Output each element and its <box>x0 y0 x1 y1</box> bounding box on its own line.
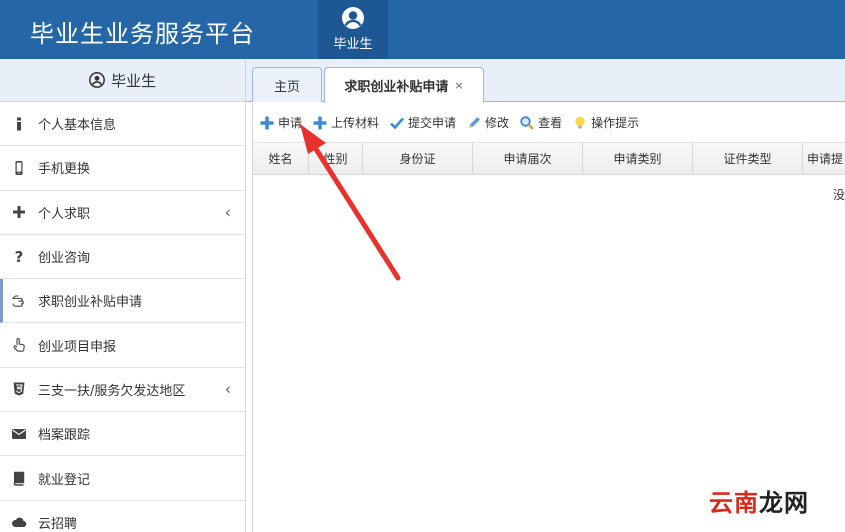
add-icon <box>260 116 274 129</box>
upload-button[interactable]: 上传材料 <box>312 114 379 131</box>
sidebar-item-archive-tracking[interactable]: 档案跟踪 <box>0 412 245 457</box>
tab-subsidy-apply[interactable]: 求职创业补贴申请 × <box>324 67 484 103</box>
user-avatar-icon <box>342 7 364 29</box>
cloud-icon <box>8 513 30 531</box>
hand-pointer-icon <box>8 292 30 310</box>
sidebar-item-label: 个人基本信息 <box>38 118 117 134</box>
sidebar-item-subsidy-apply[interactable]: 求职创业补贴申请 <box>0 279 245 324</box>
app-title: 毕业生业务服务平台 <box>30 20 255 48</box>
envelope-icon <box>8 425 30 443</box>
sidebar-item-startup-consult[interactable]: ? 创业咨询 <box>0 235 245 280</box>
sidebar-heading: 毕业生 <box>0 59 245 102</box>
sidebar-item-label: 云招聘 <box>38 516 78 532</box>
sidebar-item-employment-register[interactable]: 就业登记 <box>0 456 245 501</box>
sidebar-item-label: 创业项目申报 <box>38 339 117 355</box>
add-icon <box>313 116 327 129</box>
view-button-label: 查看 <box>538 116 563 130</box>
empty-grid-message: 没 <box>832 188 845 202</box>
css3-icon <box>8 380 30 398</box>
sidebar-item-label: 求职创业补贴申请 <box>38 295 143 311</box>
upload-button-label: 上传材料 <box>331 116 380 130</box>
magnifier-icon <box>520 115 534 130</box>
chevron-left-icon: ‹ <box>224 379 231 399</box>
edit-button-label: 修改 <box>485 116 510 130</box>
chevron-left-icon: ‹ <box>224 202 231 222</box>
grid-header: 姓名 性别 身份证 申请届次 申请类别 证件类型 申请提 <box>253 143 845 175</box>
toolbar: 申请 上传材料 提交申请 修改 查看 操作提示 <box>253 103 845 143</box>
sidebar-item-label: 手机更换 <box>38 162 91 178</box>
pencil-icon <box>469 116 481 128</box>
sidebar-item-basic-info[interactable]: 个人基本信息 <box>0 102 245 147</box>
column-header-gender[interactable]: 性别 <box>309 143 363 174</box>
user-name: 毕业生 <box>333 37 373 52</box>
tab-home[interactable]: 主页 <box>252 67 322 102</box>
apply-button-label: 申请 <box>278 116 303 130</box>
apply-button[interactable]: 申请 <box>259 114 302 131</box>
tab-home-label: 主页 <box>273 79 300 95</box>
column-header-name[interactable]: 姓名 <box>253 143 309 174</box>
user-menu[interactable]: 毕业生 <box>318 0 388 59</box>
mobile-icon <box>8 159 30 177</box>
sidebar-item-label: 三支一扶/服务欠发达地区 <box>38 383 186 399</box>
datagrid-panel: 申请 上传材料 提交申请 修改 查看 操作提示 姓名 性别 身份证 申请届次 申… <box>252 103 845 532</box>
sidebar-item-cloud-recruit[interactable]: 云招聘 <box>0 501 245 532</box>
sidebar-item-label: 个人求职 <box>38 206 91 222</box>
info-icon <box>8 115 30 133</box>
main-content: 主页 求职创业补贴申请 × 申请 上传材料 提交申请 修改 查看 操作提示 姓名… <box>246 59 845 532</box>
sidebar-item-label: 档案跟踪 <box>38 428 91 444</box>
column-header-apply-submit[interactable]: 申请提 <box>803 143 845 174</box>
column-header-id-card[interactable]: 身份证 <box>363 143 473 174</box>
sidebar-item-job-seeking[interactable]: 个人求职 ‹ <box>0 191 245 235</box>
column-header-cert-type[interactable]: 证件类型 <box>693 143 803 174</box>
watermark-part2: 龙网 <box>759 489 809 517</box>
column-header-session[interactable]: 申请届次 <box>473 143 583 174</box>
question-icon: ? <box>14 247 24 266</box>
submit-button[interactable]: 提交申请 <box>389 114 456 131</box>
sidebar-item-three-supports[interactable]: 三支一扶/服务欠发达地区 ‹ <box>0 368 245 413</box>
tab-bar: 主页 求职创业补贴申请 × <box>246 59 845 103</box>
edit-button[interactable]: 修改 <box>466 114 509 131</box>
sidebar-item-project-declare[interactable]: 创业项目申报 <box>0 323 245 368</box>
sidebar-item-label: 创业咨询 <box>38 251 91 267</box>
tab-subsidy-apply-label: 求职创业补贴申请 <box>344 80 449 95</box>
close-icon[interactable]: × <box>454 79 463 92</box>
plus-icon <box>8 203 30 221</box>
sidebar-heading-label: 毕业生 <box>110 71 156 90</box>
check-icon <box>390 117 405 129</box>
tips-button[interactable]: 操作提示 <box>572 114 639 131</box>
sidebar-item-label: 就业登记 <box>38 472 91 488</box>
sidebar-item-change-phone[interactable]: 手机更换 <box>0 146 245 191</box>
view-button[interactable]: 查看 <box>519 114 562 131</box>
hand-point-up-icon <box>8 336 30 354</box>
sidebar: 毕业生 个人基本信息 手机更换 个人求职 ‹ ? 创业咨询 求职创业补贴申请 创… <box>0 59 246 532</box>
watermark: 云南龙网 <box>709 483 809 518</box>
top-header: 毕业生业务服务平台 毕业生 <box>0 0 845 59</box>
lightbulb-icon <box>575 116 585 128</box>
column-header-category[interactable]: 申请类别 <box>583 143 693 174</box>
watermark-part1: 云南 <box>709 489 759 517</box>
book-icon <box>8 469 30 487</box>
user-circle-icon <box>89 72 105 88</box>
tips-button-label: 操作提示 <box>591 116 640 130</box>
submit-button-label: 提交申请 <box>408 116 457 130</box>
